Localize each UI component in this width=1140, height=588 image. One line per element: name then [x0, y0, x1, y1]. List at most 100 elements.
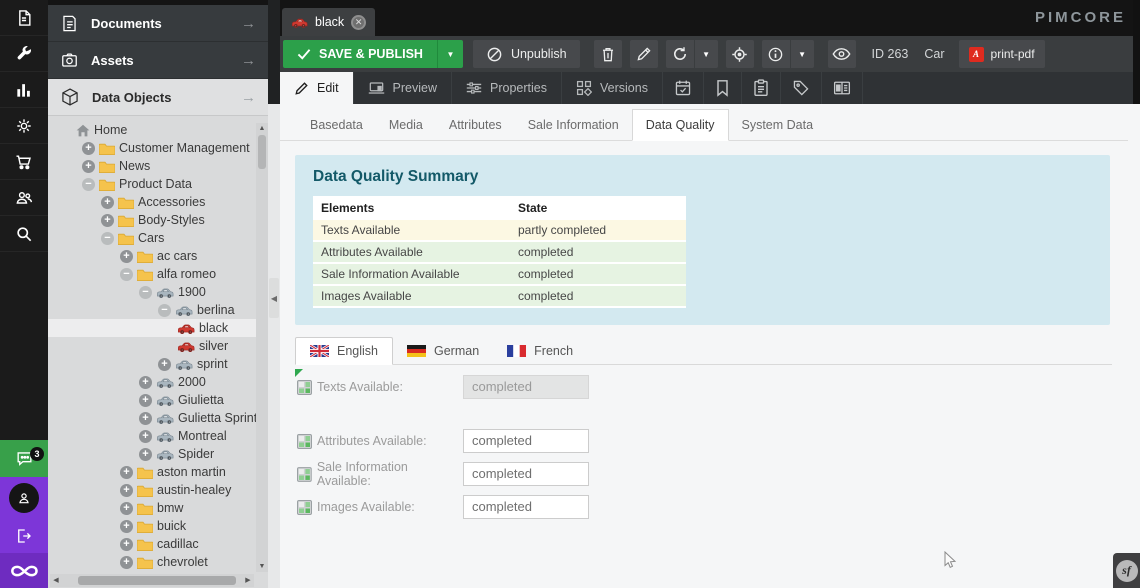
lang-tab-english[interactable]: English: [295, 337, 393, 365]
delete-button[interactable]: [594, 40, 622, 68]
tree-item[interactable]: chevrolet: [48, 553, 256, 571]
locate-button[interactable]: [726, 40, 754, 68]
print-pdf-button[interactable]: A print-pdf: [959, 40, 1045, 68]
subtab-basedata[interactable]: Basedata: [297, 110, 376, 140]
subtab-attributes[interactable]: Attributes: [436, 110, 515, 140]
tab-edit[interactable]: Edit: [280, 72, 354, 104]
expand-icon[interactable]: [120, 502, 133, 515]
preview-eye-button[interactable]: [828, 40, 856, 68]
scroll-right-icon[interactable]: ▶: [242, 574, 254, 587]
tree-item[interactable]: Product Data: [48, 175, 256, 193]
tree-item[interactable]: austin-healey: [48, 481, 256, 499]
sale-information-available-input[interactable]: completed: [463, 462, 589, 486]
scroll-left-icon[interactable]: ◀: [50, 574, 62, 587]
cart-icon[interactable]: [0, 144, 48, 180]
tree-item[interactable]: Cars: [48, 229, 256, 247]
users-icon[interactable]: [0, 180, 48, 216]
bar-chart-icon[interactable]: [0, 72, 48, 108]
info-button[interactable]: [762, 40, 790, 68]
expand-icon[interactable]: [120, 538, 133, 551]
images-available-input[interactable]: completed: [463, 495, 589, 519]
expand-icon[interactable]: [82, 142, 95, 155]
tree-item[interactable]: berlina: [48, 301, 256, 319]
expand-icon[interactable]: [120, 250, 133, 263]
expand-icon[interactable]: [120, 520, 133, 533]
collapse-icon[interactable]: [101, 232, 114, 245]
panel-documents[interactable]: Documents →: [48, 5, 268, 42]
tree-item[interactable]: ac cars: [48, 247, 256, 265]
symfony-debug-badge[interactable]: sf: [1113, 553, 1140, 588]
expand-icon[interactable]: [120, 466, 133, 479]
unpublish-button[interactable]: Unpublish: [473, 40, 580, 68]
lang-tab-french[interactable]: French: [493, 338, 587, 364]
tab-versions[interactable]: Versions: [562, 72, 663, 104]
expand-icon[interactable]: [158, 358, 171, 371]
collapse-icon[interactable]: [120, 268, 133, 281]
tree-horizontal-scrollbar[interactable]: ◀ ▶: [50, 574, 254, 587]
rename-button[interactable]: [630, 40, 658, 68]
scroll-up-icon[interactable]: ▲: [256, 123, 268, 134]
gear-icon[interactable]: [0, 108, 48, 144]
collapse-icon[interactable]: [82, 178, 95, 191]
tree-item[interactable]: alfa romeo: [48, 265, 256, 283]
tree-item[interactable]: Body-Styles: [48, 211, 256, 229]
documents-icon[interactable]: [0, 0, 48, 36]
tree-vertical-scrollbar[interactable]: ▲ ▼: [256, 123, 268, 572]
collapse-icon[interactable]: [139, 286, 152, 299]
user-icon[interactable]: [9, 483, 39, 513]
tab-properties[interactable]: Properties: [452, 72, 562, 104]
tree-item[interactable]: Accessories: [48, 193, 256, 211]
expand-icon[interactable]: [101, 196, 114, 209]
expand-icon[interactable]: [139, 412, 152, 425]
reload-dropdown-caret[interactable]: ▼: [694, 40, 718, 68]
expand-icon[interactable]: [101, 214, 114, 227]
save-dropdown-caret[interactable]: ▼: [437, 40, 463, 68]
wrench-icon[interactable]: [0, 36, 48, 72]
search-icon[interactable]: [0, 216, 48, 252]
expand-icon[interactable]: [82, 160, 95, 173]
save-publish-button[interactable]: SAVE & PUBLISH: [283, 40, 437, 68]
tree-item[interactable]: buick: [48, 517, 256, 535]
collapse-sidebar-handle[interactable]: ◀: [269, 278, 279, 318]
tab-notes[interactable]: [742, 72, 781, 104]
tree-item[interactable]: cadillac: [48, 535, 256, 553]
tree-item[interactable]: Gulietta Sprint Specia: [48, 409, 256, 427]
tree-item[interactable]: bmw: [48, 499, 256, 517]
tree-item[interactable]: Customer Management: [48, 139, 256, 157]
tree-item[interactable]: Montreal: [48, 427, 256, 445]
panel-data-objects[interactable]: Data Objects →: [48, 79, 268, 116]
tree-item[interactable]: Spider: [48, 445, 256, 463]
subtab-sale-information[interactable]: Sale Information: [515, 110, 632, 140]
expand-icon[interactable]: [120, 556, 133, 569]
subtab-media[interactable]: Media: [376, 110, 436, 140]
expand-icon[interactable]: [139, 448, 152, 461]
expand-icon[interactable]: [139, 430, 152, 443]
attributes-available-input[interactable]: completed: [463, 429, 589, 453]
tree-item-home[interactable]: Home: [48, 121, 256, 139]
chat-icon[interactable]: 3: [0, 440, 48, 477]
tree-item[interactable]: sprint: [48, 355, 256, 373]
tree-item[interactable]: News: [48, 157, 256, 175]
tree-item[interactable]: silver: [48, 337, 256, 355]
close-icon[interactable]: ✕: [351, 15, 366, 30]
logout-icon[interactable]: [0, 521, 48, 551]
scroll-down-icon[interactable]: ▼: [256, 561, 268, 572]
subtab-system-data[interactable]: System Data: [729, 110, 827, 140]
scrollbar-thumb[interactable]: [78, 576, 236, 585]
expand-icon[interactable]: [139, 376, 152, 389]
texts-available-input[interactable]: completed: [463, 375, 589, 399]
tab-preview[interactable]: Preview: [354, 72, 452, 104]
collapse-icon[interactable]: [158, 304, 171, 317]
expand-icon[interactable]: [120, 484, 133, 497]
tree-item-selected[interactable]: black: [48, 319, 256, 337]
tab-layout[interactable]: [822, 72, 863, 104]
tab-tag[interactable]: [781, 72, 822, 104]
tree-item[interactable]: aston martin: [48, 463, 256, 481]
scrollbar-thumb[interactable]: [258, 135, 266, 169]
tree-item[interactable]: 1900: [48, 283, 256, 301]
tab-schedule[interactable]: [663, 72, 704, 104]
tree-item[interactable]: Giulietta: [48, 391, 256, 409]
tab-black[interactable]: black ✕: [282, 8, 375, 36]
lang-tab-german[interactable]: German: [393, 338, 493, 364]
panel-assets[interactable]: Assets →: [48, 42, 268, 79]
